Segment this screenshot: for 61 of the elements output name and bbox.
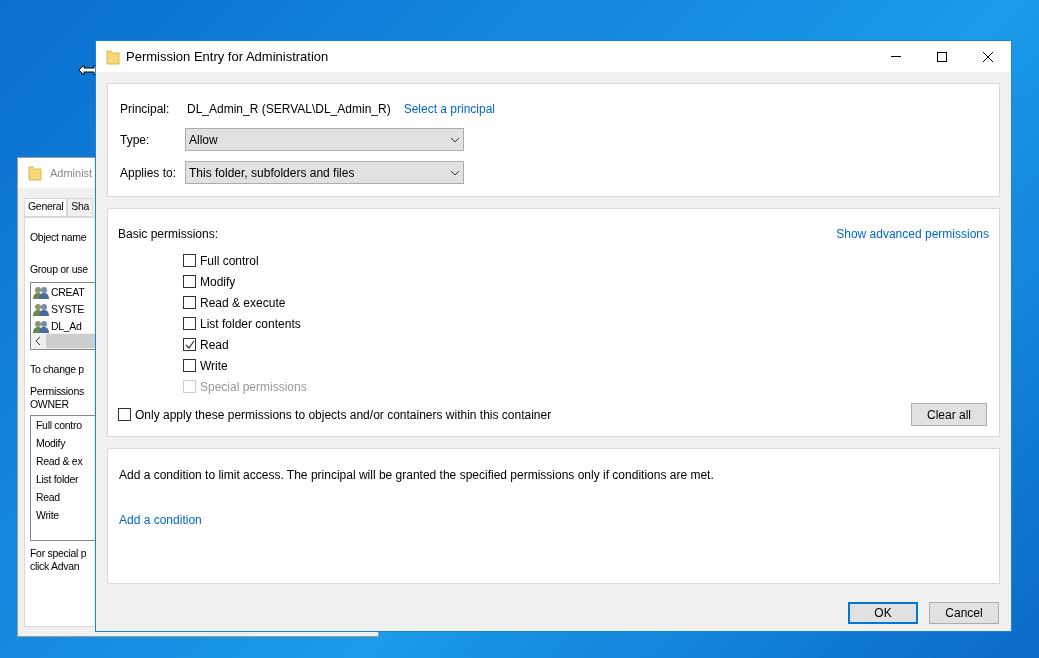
field-label: Principal:: [120, 101, 171, 118]
permission-checkbox[interactable]: [183, 296, 196, 309]
only-apply-checkbox[interactable]: [118, 408, 131, 421]
permission-label: Modify: [200, 273, 236, 291]
note-text: click Advan: [30, 560, 80, 574]
maximize-icon: [937, 51, 947, 62]
principal-name: DL_Admin_R (SERVAL\DL_Admin_R): [187, 101, 391, 118]
note-text: For special p: [30, 547, 87, 561]
dialog-button[interactable]: Cancel: [929, 602, 999, 624]
folder-icon: [106, 48, 120, 65]
check-icon: [184, 339, 195, 350]
chevron-icon: [450, 136, 460, 143]
permission-checkbox[interactable]: [183, 338, 196, 351]
permission-label: Full control: [200, 252, 259, 270]
chevron-icon: [450, 169, 460, 176]
users-icon: [33, 286, 49, 300]
permission-checkbox[interactable]: [183, 275, 196, 288]
tab[interactable]: Sha: [67, 198, 94, 217]
principal-item[interactable]: CREAT: [51, 285, 85, 301]
permission-item: Modify: [36, 436, 66, 452]
permission-item: Write: [36, 508, 59, 524]
field-label: Applies to:: [120, 164, 178, 182]
permission-item: List folder: [36, 472, 79, 488]
dialog-button[interactable]: OK: [848, 602, 918, 624]
window-title: Administ: [50, 165, 93, 181]
condition-description: Add a condition to limit access. The principal will be granted the specified permissions only if conditions are met.: [119, 467, 715, 484]
principal-item[interactable]: DL_Ad: [51, 319, 82, 335]
permission-item: Read: [36, 490, 60, 506]
advanced-permissions-link[interactable]: Show advanced permissions: [836, 225, 989, 243]
close-icon: [983, 51, 993, 62]
permission-label: Special permissions: [200, 378, 307, 396]
permission-label: Read: [200, 336, 229, 354]
users-icon: [33, 303, 49, 317]
tab[interactable]: General: [24, 198, 68, 217]
users-icon: [33, 320, 49, 334]
permission-checkbox[interactable]: [183, 254, 196, 267]
permissions-label: OWNER: [30, 398, 69, 412]
scroll-left-icon[interactable]: [36, 336, 41, 345]
instruction-text: To change p: [30, 361, 84, 377]
permission-item: Full contro: [36, 418, 82, 434]
field-label: Group or use: [30, 261, 88, 277]
permission-label: Write: [200, 357, 228, 375]
section-label: Basic permissions:: [118, 226, 219, 243]
field-label: Object name: [30, 230, 87, 245]
principal-item[interactable]: SYSTE: [51, 302, 84, 318]
add-condition-link[interactable]: Add a condition: [119, 511, 988, 529]
minimize-icon: [891, 56, 901, 57]
permission-label: Read & execute: [200, 294, 286, 312]
permission-item: Read & ex: [36, 454, 83, 470]
checkbox-label: Only apply these permissions to objects and/or containers within this container: [135, 406, 552, 424]
permission-checkbox[interactable]: [183, 359, 196, 372]
applies-to-dropdown[interactable]: This folder, subfolders and files: [185, 161, 464, 184]
type-dropdown[interactable]: Allow: [185, 128, 464, 151]
window-title: Permission Entry for Administration: [126, 47, 329, 66]
field-label: Type:: [120, 131, 151, 149]
permission-label: List folder contents: [200, 315, 301, 333]
permissions-label: Permissions: [30, 385, 84, 399]
permission-checkbox[interactable]: [183, 317, 196, 330]
select-principal-link[interactable]: Select a principal: [403, 100, 496, 118]
clear-all-button[interactable]: Clear all: [911, 403, 987, 426]
folder-icon: [28, 165, 42, 181]
